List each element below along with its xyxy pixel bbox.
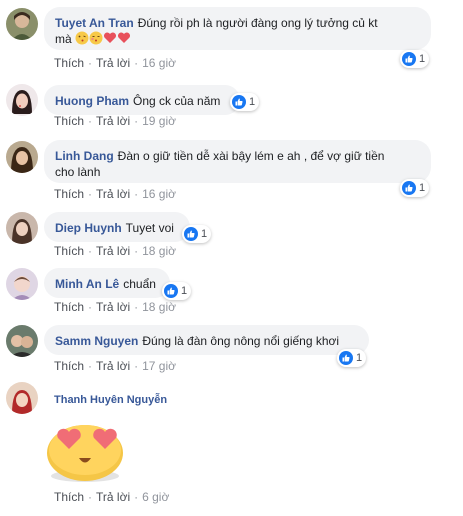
comment-actions: Thích · Trả lời · 17 giờ xyxy=(54,359,176,373)
reaction-count[interactable]: 1 xyxy=(400,179,430,197)
comment-text: Đúng là đàn ông nông nổi giếng khơi xyxy=(142,334,340,348)
reaction-count[interactable]: 1 xyxy=(230,93,260,111)
comment-text: chuẩn xyxy=(123,277,156,291)
kissing-face-icon xyxy=(89,31,103,49)
avatar[interactable] xyxy=(6,212,38,244)
reply-link[interactable]: Trả lời xyxy=(96,490,130,504)
comment-actions: Thích · Trả lời · 18 giờ xyxy=(54,244,176,258)
comment-author[interactable]: Samm Nguyen xyxy=(55,334,138,348)
reply-link[interactable]: Trả lời xyxy=(96,114,130,128)
comment-bubble: Samm Nguyen Đúng là đàn ông nông nổi giến… xyxy=(44,325,369,355)
like-link[interactable]: Thích xyxy=(54,56,84,70)
like-link[interactable]: Thích xyxy=(54,114,84,128)
timestamp[interactable]: 18 giờ xyxy=(142,300,176,314)
like-icon xyxy=(232,95,246,109)
comment-text: Đúng rồi ph là người đàng ong lý tưởng c… xyxy=(137,16,378,30)
comment-author[interactable]: Minh An Lê xyxy=(55,277,119,291)
like-link[interactable]: Thích xyxy=(54,300,84,314)
comment-bubble: Linh Dang Đàn o giữ tiền dễ xài bậy lém e… xyxy=(44,140,431,183)
comment-author-line: Thanh Huyên Nguyễn xyxy=(54,392,171,407)
comment-text-line2: cho lành xyxy=(55,165,101,179)
like-icon xyxy=(339,351,353,365)
kissing-face-icon xyxy=(75,31,89,49)
reaction-count[interactable]: 1 xyxy=(162,282,192,300)
like-link[interactable]: Thích xyxy=(54,187,84,201)
comment-actions: Thích · Trả lời · 16 giờ xyxy=(54,56,176,70)
heart-eyes-emoji-sticker xyxy=(44,420,130,487)
reply-link[interactable]: Trả lời xyxy=(96,300,130,314)
comment-text: Tuyet voi xyxy=(125,221,174,235)
heart-icon xyxy=(103,31,117,49)
like-link[interactable]: Thích xyxy=(54,490,84,504)
timestamp[interactable]: 16 giờ xyxy=(142,187,176,201)
comment-actions: Thích · Trả lời · 18 giờ xyxy=(54,300,176,314)
comment-actions: Thích · Trả lời · 6 giờ xyxy=(54,490,170,504)
reaction-count[interactable]: 1 xyxy=(182,225,212,243)
heart-icon xyxy=(117,31,131,49)
avatar[interactable] xyxy=(6,382,38,414)
comment-actions: Thích · Trả lời · 19 giờ xyxy=(54,114,176,128)
like-icon xyxy=(164,284,178,298)
avatar[interactable] xyxy=(6,268,38,300)
avatar[interactable] xyxy=(6,84,38,116)
comment-bubble: Huong Pham Ông ck của năm xyxy=(44,85,240,115)
like-icon xyxy=(184,227,198,241)
comment-text: Ông ck của năm xyxy=(133,94,221,108)
reaction-count[interactable]: 1 xyxy=(337,349,367,367)
avatar[interactable] xyxy=(6,8,38,40)
timestamp[interactable]: 19 giờ xyxy=(142,114,176,128)
avatar[interactable] xyxy=(6,325,38,357)
reply-link[interactable]: Trả lời xyxy=(96,244,130,258)
reply-link[interactable]: Trả lời xyxy=(96,187,130,201)
comment-author[interactable]: Linh Dang xyxy=(55,149,114,163)
reply-link[interactable]: Trả lời xyxy=(96,359,130,373)
comment-bubble: Diep Huynh Tuyet voi xyxy=(44,212,190,242)
comment-author[interactable]: Tuyet An Tran xyxy=(55,16,134,30)
reaction-count[interactable]: 1 xyxy=(400,50,430,68)
like-icon xyxy=(402,52,416,66)
comment-bubble: Minh An Lê chuẩn xyxy=(44,268,170,298)
reply-link[interactable]: Trả lời xyxy=(96,56,130,70)
timestamp[interactable]: 16 giờ xyxy=(142,56,176,70)
comment-author[interactable]: Huong Pham xyxy=(55,94,129,108)
like-link[interactable]: Thích xyxy=(54,244,84,258)
comment-actions: Thích · Trả lời · 16 giờ xyxy=(54,187,176,201)
comment-text-line2: mà xyxy=(55,32,72,47)
comment-bubble: Tuyet An Tran Đúng rồi ph là người đàng o… xyxy=(44,7,431,50)
comment-text: Đàn o giữ tiền dễ xài bậy lém e ah , để … xyxy=(117,149,385,163)
timestamp[interactable]: 17 giờ xyxy=(142,359,176,373)
avatar[interactable] xyxy=(6,141,38,173)
timestamp[interactable]: 18 giờ xyxy=(142,244,176,258)
comment-author[interactable]: Thanh Huyên Nguyễn xyxy=(54,394,167,406)
comment-author[interactable]: Diep Huynh xyxy=(55,221,122,235)
like-link[interactable]: Thích xyxy=(54,359,84,373)
like-icon xyxy=(402,181,416,195)
timestamp[interactable]: 6 giờ xyxy=(142,490,169,504)
